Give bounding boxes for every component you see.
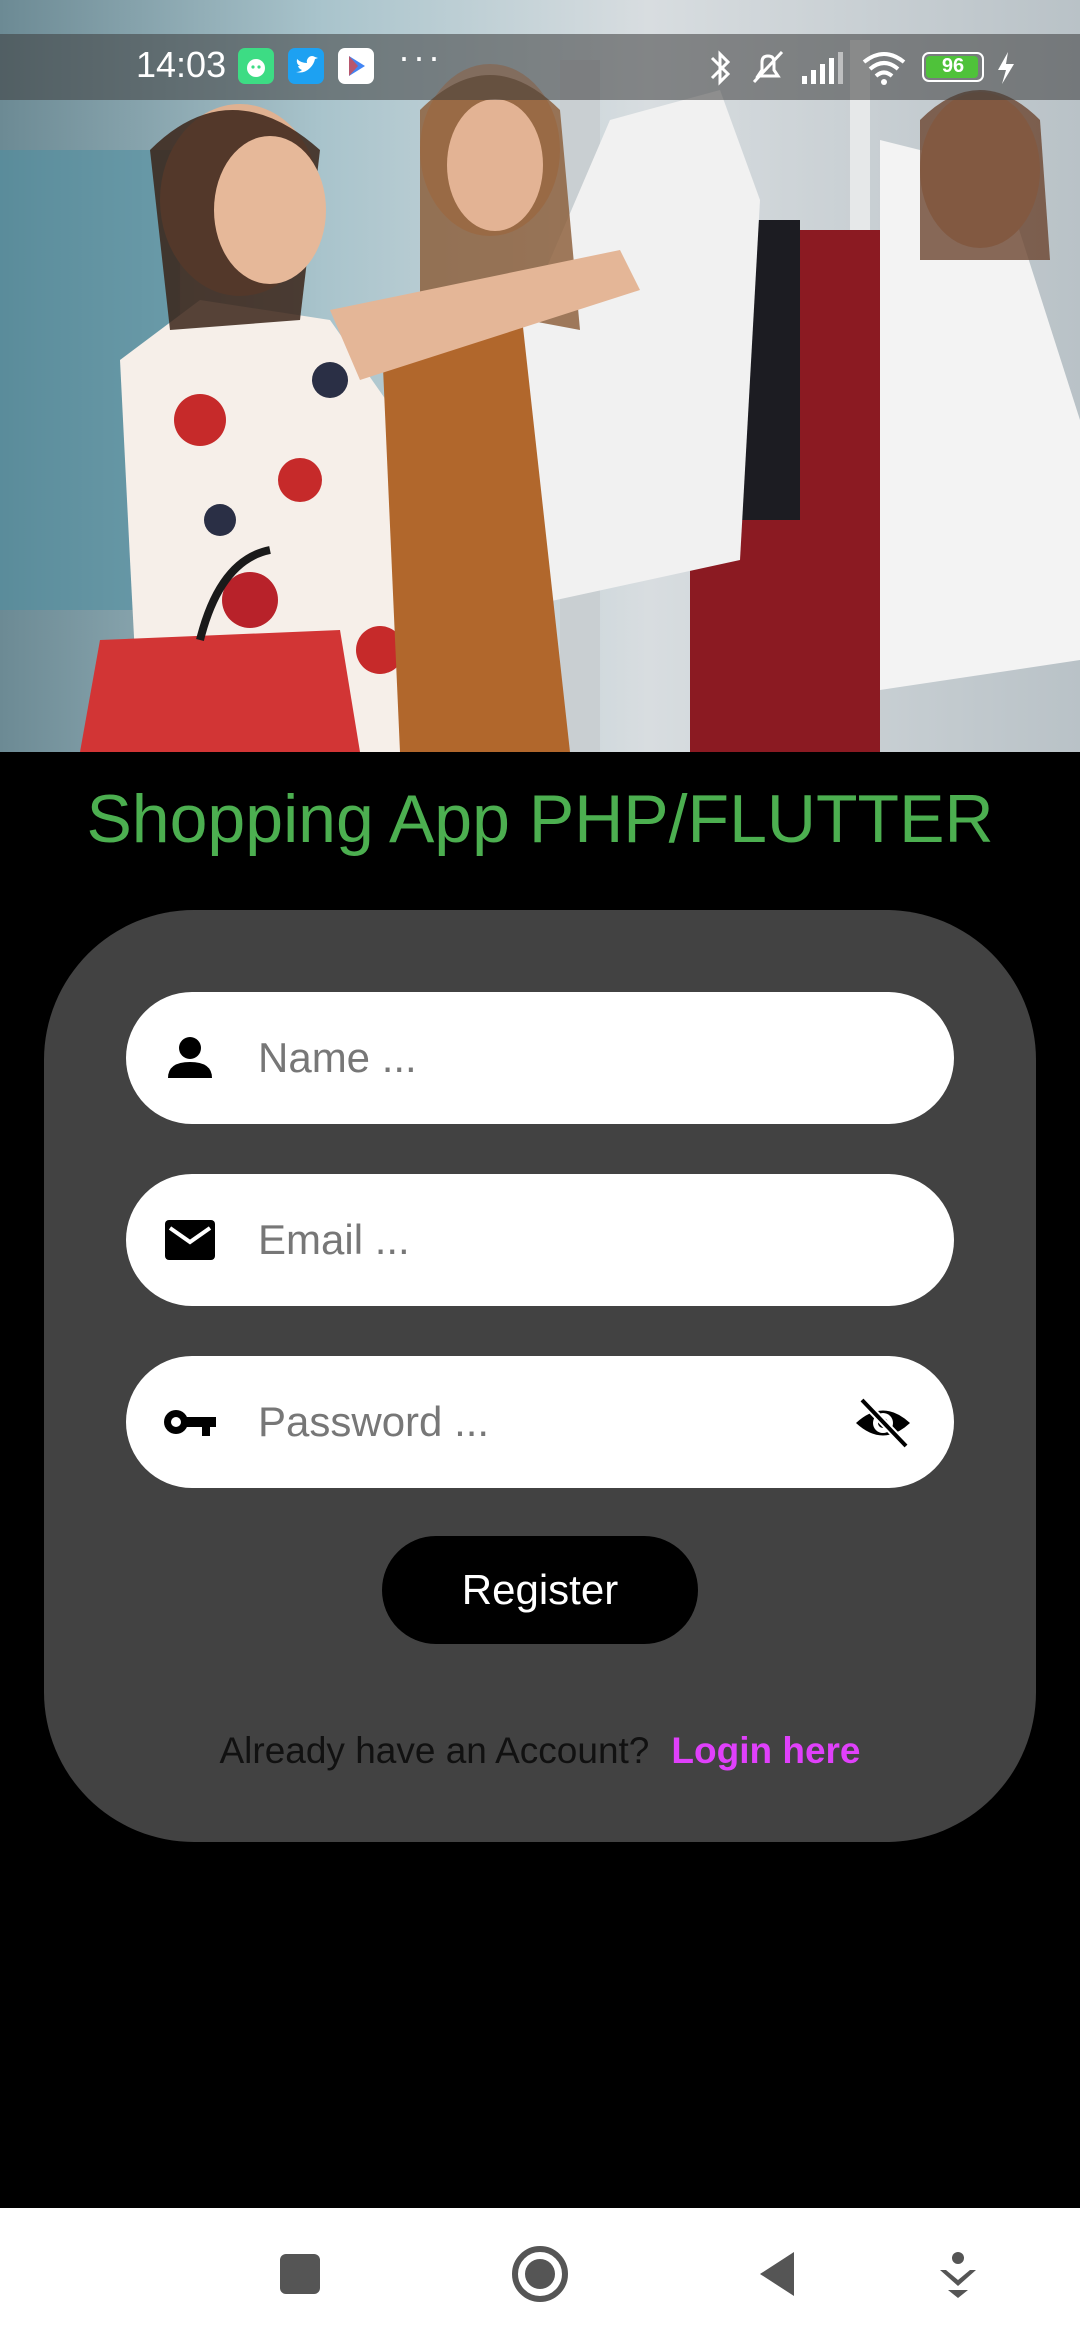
bluetooth-icon [704,48,738,93]
status-time: 14:03 [136,44,227,85]
hero-image [0,0,1080,752]
name-input[interactable] [258,992,818,1124]
password-field[interactable] [126,1356,954,1488]
register-button[interactable]: Register [382,1536,698,1644]
circle-home-icon[interactable] [508,2242,572,2306]
mail-icon [165,1220,215,1260]
password-input[interactable] [258,1356,818,1488]
silent-bell-icon [748,48,788,93]
app-title: Shopping App PHP/FLUTTER [86,781,994,857]
login-prompt: Already have an Account? [219,1730,650,1771]
download-hide-icon[interactable] [926,2242,990,2306]
status-bar: 14:03 ··· 96 [0,34,1080,100]
wifi-icon [860,48,908,93]
email-field[interactable] [126,1174,954,1306]
battery-icon: 96 [922,52,984,82]
more-notifications-indicator: ··· [398,36,443,77]
email-input[interactable] [258,1174,818,1306]
signal-icon [798,48,846,93]
person-icon [168,1037,212,1078]
twitter-icon [288,48,324,84]
square-recents-icon[interactable] [268,2242,332,2306]
triangle-back-icon[interactable] [748,2242,812,2306]
play-store-icon [338,48,374,84]
charging-icon [994,48,1018,93]
login-row: Already have an Account? Login here [0,1730,1080,1772]
eye-off-icon[interactable] [852,1392,914,1454]
battery-level: 96 [941,55,965,77]
android-icon [238,48,274,84]
navigation-bar [0,2208,1080,2340]
key-icon [164,1410,216,1436]
login-link[interactable]: Login here [671,1730,860,1771]
name-field[interactable] [126,992,954,1124]
